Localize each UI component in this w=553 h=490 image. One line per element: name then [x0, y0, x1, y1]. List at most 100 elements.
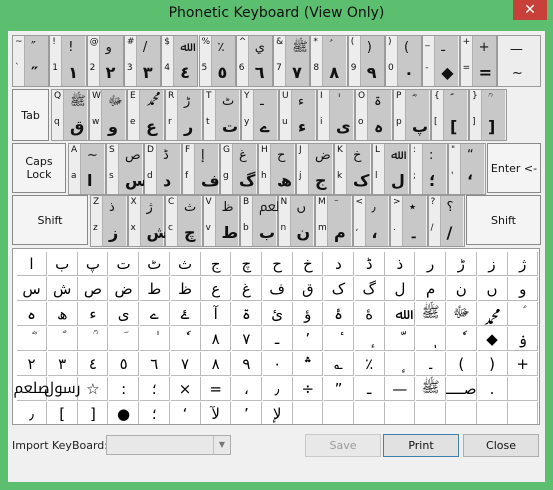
window-close-button[interactable]: ✕ — [513, 0, 547, 20]
char-cell[interactable]: [ — [48, 402, 78, 424]
char-cell[interactable]: ث — [170, 252, 201, 276]
char-cell[interactable]: ۏ — [508, 327, 539, 351]
import-keyboard-combo[interactable]: ▼ — [106, 435, 231, 455]
char-cell[interactable]: ٥ — [109, 352, 140, 376]
char-cell[interactable]: ط — [139, 277, 170, 301]
tab-key[interactable]: Tab — [12, 89, 49, 141]
char-cell[interactable]: ق — [293, 277, 324, 301]
char-cell[interactable]: س — [17, 277, 47, 301]
key-9[interactable]: (9) ٩ — [347, 35, 385, 87]
key-.[interactable]: >. ٭ ۔ — [390, 195, 428, 247]
char-cell[interactable]: ئ — [262, 302, 293, 326]
char-cell[interactable]: = — [201, 377, 232, 401]
enter-key[interactable]: Enter <- — [487, 143, 541, 193]
key-p[interactable]: Ppؓ پ — [393, 89, 431, 141]
char-cell[interactable]: د — [324, 252, 354, 276]
char-cell[interactable]: ) — [477, 352, 508, 376]
key-s[interactable]: Ss صس — [106, 143, 147, 195]
char-cell[interactable]: ۂ — [324, 302, 354, 326]
char-cell[interactable]: ب — [47, 252, 78, 276]
char-cell[interactable]: ص — [78, 277, 109, 301]
char-cell[interactable]: ٗ — [446, 327, 477, 351]
char-cell[interactable]: ؓ — [17, 327, 47, 351]
char-cell[interactable]: ؒ — [78, 327, 109, 351]
char-cell[interactable]: ٫ — [17, 402, 47, 424]
key-a[interactable]: Aa ~ ا — [68, 143, 106, 195]
key-;[interactable]: :;: ؛ — [410, 143, 448, 195]
char-cell[interactable]: ﷺ — [416, 302, 447, 326]
char-cell[interactable]: ہ — [17, 302, 47, 326]
char-cell[interactable]: × — [170, 377, 201, 401]
char-cell[interactable]: ؞ — [293, 352, 324, 376]
char-cell[interactable]: . — [477, 377, 508, 401]
key-i[interactable]: Iiٰ ی — [317, 89, 355, 141]
char-cell[interactable]: ٤ — [78, 352, 109, 376]
char-cell[interactable]: ی — [109, 302, 140, 326]
chevron-down-icon[interactable]: ▼ — [213, 436, 230, 454]
char-cell[interactable]: : — [109, 377, 140, 401]
char-cell[interactable]: ٕ — [354, 327, 385, 351]
char-cell[interactable]: ÷ — [293, 377, 324, 401]
char-cell[interactable]: م — [416, 277, 447, 301]
char-cell[interactable] — [293, 402, 324, 424]
key-k[interactable]: Kkخک — [334, 143, 372, 195]
key-c[interactable]: Cc ثچ — [165, 195, 203, 247]
key-q[interactable]: Qqﷺق — [51, 89, 89, 141]
char-cell[interactable] — [508, 402, 539, 424]
key-m[interactable]: Mmؔ م — [315, 195, 353, 247]
key-o[interactable]: Ooۃہ — [355, 89, 393, 141]
char-cell[interactable] — [385, 402, 416, 424]
char-cell[interactable]: لآ — [201, 402, 232, 424]
shift-left-key[interactable]: Shift — [12, 195, 88, 245]
char-cell[interactable]: گ — [354, 277, 385, 301]
close-button[interactable]: Close — [463, 434, 539, 457]
char-cell[interactable]: ۓ — [170, 302, 201, 326]
char-cell[interactable]: ض — [109, 277, 140, 301]
char-cell[interactable]: ٪ — [354, 352, 385, 376]
char-cell[interactable]: ﷴ — [477, 302, 508, 328]
char-cell[interactable]: ‘ — [171, 402, 201, 424]
char-cell[interactable]: خ — [293, 252, 324, 276]
char-cell[interactable]: ؛ — [139, 377, 170, 401]
char-cell[interactable]: غ — [231, 277, 262, 301]
char-cell[interactable]: ٫ — [262, 377, 293, 401]
char-cell[interactable]: ڈ — [354, 252, 385, 276]
char-cell[interactable]: + — [508, 352, 539, 376]
key-extra[interactable]: — ~ — [496, 35, 541, 87]
key-b[interactable]: Bbﷵب — [240, 195, 290, 247]
print-button[interactable]: Print — [383, 434, 459, 457]
char-cell[interactable]: ے — [139, 302, 170, 326]
char-cell[interactable]: ٖ — [416, 327, 447, 351]
char-cell[interactable]: ٩ — [231, 352, 262, 376]
char-cell[interactable]: ٹ — [139, 252, 170, 276]
key-f[interactable]: Ff ﺇف — [182, 143, 220, 195]
char-cell[interactable]: ش — [47, 277, 78, 301]
char-cell[interactable]: ٨ — [201, 352, 232, 376]
key-][interactable]: }]ؒ] — [469, 89, 507, 141]
char-cell[interactable]: ؎ — [324, 352, 354, 376]
char-cell[interactable]: ( — [446, 352, 477, 376]
key-0[interactable]: ) 0 (٠ — [385, 35, 423, 87]
char-cell[interactable]: ذ — [385, 252, 416, 276]
key-1[interactable]: ! 1! ١ — [49, 35, 87, 87]
key-e[interactable]: Eeﷴع — [127, 89, 165, 141]
char-cell[interactable]: ف — [262, 277, 293, 301]
save-button[interactable]: Save — [305, 434, 381, 457]
char-cell[interactable]: ﷶ — [44, 377, 81, 401]
char-cell[interactable]: ﷻ — [446, 302, 477, 326]
char-cell[interactable]: ٧ — [170, 352, 201, 376]
char-cell[interactable] — [416, 402, 447, 424]
char-cell[interactable]: ٣ — [47, 352, 78, 376]
char-cell[interactable]: ژ — [508, 252, 539, 276]
char-cell[interactable]: ٔ — [324, 327, 354, 351]
char-cell[interactable]: ظ — [170, 277, 201, 301]
char-cell[interactable]: ۷ — [231, 327, 262, 351]
key-[[interactable]: {[ؐ [ — [431, 89, 469, 141]
char-cell[interactable]: ۔ — [416, 352, 447, 376]
char-cell[interactable]: ّ — [385, 327, 416, 351]
char-cell[interactable]: ﷵ — [14, 377, 50, 401]
char-cell[interactable]: ٦ — [139, 352, 170, 376]
key-`[interactable]: ~ ` ″ ″ — [12, 35, 50, 87]
caps-lock-key[interactable]: Caps Lock — [12, 143, 66, 193]
char-cell[interactable]: — — [385, 377, 416, 401]
